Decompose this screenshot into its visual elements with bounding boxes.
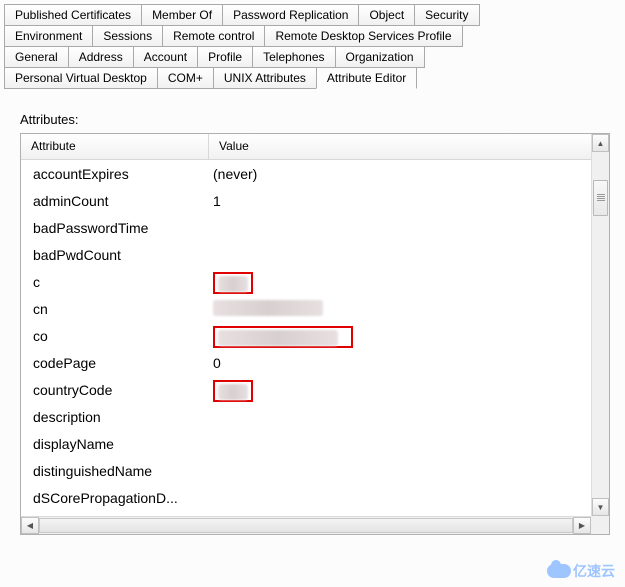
table-row[interactable]: c: [21, 268, 609, 295]
attribute-name: dSCorePropagationD...: [21, 490, 209, 506]
attribute-value: 0: [209, 355, 609, 371]
tab-organization[interactable]: Organization: [335, 46, 425, 68]
tab-com-[interactable]: COM+: [157, 67, 214, 89]
redacted-value: [213, 300, 323, 316]
attribute-value: [209, 270, 609, 293]
attribute-name: countryCode: [21, 382, 209, 398]
vertical-scrollbar[interactable]: ▲ ▼: [591, 134, 609, 516]
table-row[interactable]: distinguishedName: [21, 457, 609, 484]
table-row[interactable]: countryCode: [21, 376, 609, 403]
tab-security[interactable]: Security: [414, 4, 479, 26]
tab-account[interactable]: Account: [133, 46, 198, 68]
redaction-box: [213, 326, 353, 348]
column-header-attribute[interactable]: Attribute: [21, 134, 209, 159]
table-row[interactable]: cn: [21, 295, 609, 322]
tab-profile[interactable]: Profile: [197, 46, 253, 68]
horizontal-scroll-thumb[interactable]: [39, 518, 573, 533]
table-row[interactable]: description: [21, 403, 609, 430]
tab-object[interactable]: Object: [358, 4, 415, 26]
attributes-listview[interactable]: Attribute Value accountExpires(never)adm…: [20, 133, 610, 535]
attribute-name: cn: [21, 301, 209, 317]
table-row[interactable]: badPasswordTime: [21, 214, 609, 241]
tab-address[interactable]: Address: [68, 46, 134, 68]
scroll-up-arrow-icon[interactable]: ▲: [592, 134, 609, 152]
table-row[interactable]: co: [21, 322, 609, 349]
tab-password-replication[interactable]: Password Replication: [222, 4, 359, 26]
tab-telephones[interactable]: Telephones: [252, 46, 335, 68]
table-row[interactable]: accountExpires(never): [21, 160, 609, 187]
tab-sessions[interactable]: Sessions: [92, 25, 163, 47]
column-headers: Attribute Value: [21, 134, 609, 160]
redaction-box: [213, 272, 253, 294]
attribute-value: [209, 299, 609, 318]
tab-general[interactable]: General: [4, 46, 69, 68]
tab-row-3: GeneralAddressAccountProfileTelephonesOr…: [4, 46, 621, 67]
attribute-name: badPwdCount: [21, 247, 209, 263]
cloud-icon: [547, 564, 571, 578]
column-header-value[interactable]: Value: [209, 134, 609, 159]
attribute-name: codePage: [21, 355, 209, 371]
tab-strip: Published CertificatesMember OfPassword …: [0, 0, 625, 88]
attribute-value: (never): [209, 166, 609, 182]
watermark: 亿速云: [547, 561, 615, 581]
tab-attribute-editor[interactable]: Attribute Editor: [316, 67, 417, 89]
tab-remote-desktop-services-profile[interactable]: Remote Desktop Services Profile: [264, 25, 462, 47]
tab-published-certificates[interactable]: Published Certificates: [4, 4, 142, 26]
table-body: accountExpires(never)adminCount1badPassw…: [21, 160, 609, 516]
attribute-name: co: [21, 328, 209, 344]
scroll-right-arrow-icon[interactable]: ▶: [573, 517, 591, 534]
attributes-label: Attributes:: [20, 112, 605, 127]
scroll-left-arrow-icon[interactable]: ◀: [21, 517, 39, 534]
attribute-name: displayName: [21, 436, 209, 452]
vertical-scroll-thumb[interactable]: [593, 180, 608, 216]
attribute-value: [209, 378, 609, 401]
table-row[interactable]: badPwdCount: [21, 241, 609, 268]
attribute-name: c: [21, 274, 209, 290]
tab-panel-attribute-editor: Attributes: Attribute Value accountExpir…: [0, 88, 625, 535]
attribute-name: distinguishedName: [21, 463, 209, 479]
table-row[interactable]: codePage0: [21, 349, 609, 376]
tab-row-1: Published CertificatesMember OfPassword …: [4, 4, 621, 25]
attribute-value: 1: [209, 193, 609, 209]
tab-remote-control[interactable]: Remote control: [162, 25, 265, 47]
attribute-value: [209, 324, 609, 347]
tab-row-2: EnvironmentSessionsRemote controlRemote …: [4, 25, 621, 46]
watermark-text: 亿速云: [573, 561, 615, 581]
tab-row-4: Personal Virtual DesktopCOM+UNIX Attribu…: [4, 67, 621, 88]
tab-member-of[interactable]: Member Of: [141, 4, 223, 26]
scroll-down-arrow-icon[interactable]: ▼: [592, 498, 609, 516]
scrollbar-corner: [591, 516, 609, 534]
tab-unix-attributes[interactable]: UNIX Attributes: [213, 67, 317, 89]
table-row[interactable]: displayName: [21, 430, 609, 457]
table-row[interactable]: dSCorePropagationD...: [21, 484, 609, 511]
attribute-name: adminCount: [21, 193, 209, 209]
tab-environment[interactable]: Environment: [4, 25, 93, 47]
attribute-name: accountExpires: [21, 166, 209, 182]
attribute-name: badPasswordTime: [21, 220, 209, 236]
tab-personal-virtual-desktop[interactable]: Personal Virtual Desktop: [4, 67, 158, 89]
horizontal-scrollbar[interactable]: ◀ ▶: [21, 516, 591, 534]
attribute-name: description: [21, 409, 209, 425]
table-row[interactable]: adminCount1: [21, 187, 609, 214]
redaction-box: [213, 380, 253, 402]
